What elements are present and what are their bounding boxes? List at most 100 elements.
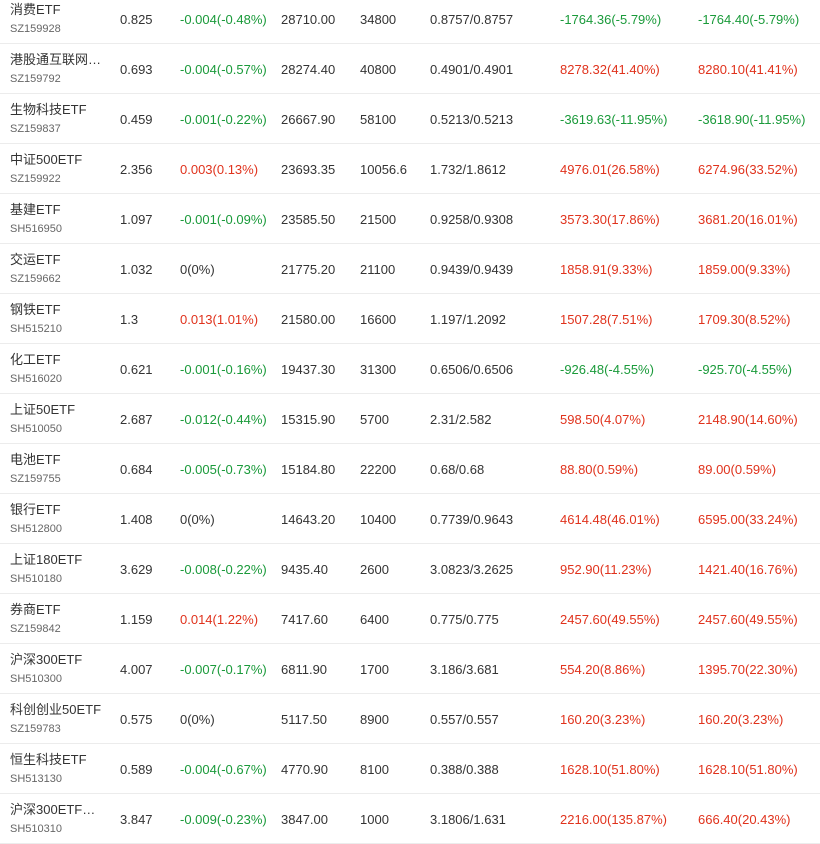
fund-name[interactable]: 中证500ETF bbox=[10, 152, 82, 168]
fund-name-cell[interactable]: 上证180ETF SH510180 bbox=[10, 544, 110, 594]
fund-name-cell[interactable]: 银行ETF SH512800 bbox=[10, 494, 110, 544]
table-row[interactable]: 沪深300ETF… SH510310 3.847 -0.009(-0.23%) … bbox=[0, 794, 820, 844]
table-row[interactable]: 生物科技ETF SZ159837 0.459 -0.001(-0.22%) 26… bbox=[0, 94, 820, 144]
price-cell: 0.575 bbox=[120, 711, 153, 727]
table-row[interactable]: 消费ETF SZ159928 0.825 -0.004(-0.48%) 2871… bbox=[0, 0, 820, 44]
table-row[interactable]: 上证50ETF SH510050 2.687 -0.012(-0.44%) 15… bbox=[0, 394, 820, 444]
fund-name-cell[interactable]: 钢铁ETF SH515210 bbox=[10, 294, 110, 344]
cost-cell: 0.6506/0.6506 bbox=[430, 361, 514, 377]
change-cell: -0.005(-0.73%) bbox=[180, 461, 267, 477]
fund-name[interactable]: 交运ETF bbox=[10, 252, 61, 268]
table-row[interactable]: 港股通互联网… SZ159792 0.693 -0.004(-0.57%) 28… bbox=[0, 44, 820, 94]
price-cell: 1.159 bbox=[120, 611, 153, 627]
fund-code: SZ159755 bbox=[10, 473, 61, 485]
total-profit-loss-cell: 6274.96(33.52%) bbox=[698, 161, 798, 177]
shares-cell: 8900 bbox=[360, 711, 389, 727]
cost-cell: 0.8757/0.8757 bbox=[430, 11, 514, 27]
fund-name-cell[interactable]: 沪深300ETF SH510300 bbox=[10, 644, 110, 694]
total-profit-loss-cell: -3618.90(-11.95%) bbox=[698, 111, 806, 127]
cost-cell: 1.197/1.2092 bbox=[430, 311, 506, 327]
shares-cell: 31300 bbox=[360, 361, 397, 377]
table-row[interactable]: 基建ETF SH516950 1.097 -0.001(-0.09%) 2358… bbox=[0, 194, 820, 244]
price-cell: 4.007 bbox=[120, 661, 153, 677]
fund-name-cell[interactable]: 科创创业50ETF SZ159783 bbox=[10, 694, 110, 744]
profit-loss-cell: 4614.48(46.01%) bbox=[560, 511, 660, 527]
change-cell: -0.008(-0.22%) bbox=[180, 561, 267, 577]
change-cell: -0.004(-0.48%) bbox=[180, 11, 267, 27]
fund-code: SZ159842 bbox=[10, 623, 61, 635]
table-row[interactable]: 上证180ETF SH510180 3.629 -0.008(-0.22%) 9… bbox=[0, 544, 820, 594]
table-row[interactable]: 券商ETF SZ159842 1.159 0.014(1.22%) 7417.6… bbox=[0, 594, 820, 644]
fund-name[interactable]: 生物科技ETF bbox=[10, 102, 87, 118]
table-row[interactable]: 中证500ETF SZ159922 2.356 0.003(0.13%) 236… bbox=[0, 144, 820, 194]
cost-cell: 0.9258/0.9308 bbox=[430, 211, 514, 227]
profit-loss-cell: -3619.63(-11.95%) bbox=[560, 111, 668, 127]
fund-name-cell[interactable]: 化工ETF SH516020 bbox=[10, 344, 110, 394]
table-row[interactable]: 电池ETF SZ159755 0.684 -0.005(-0.73%) 1518… bbox=[0, 444, 820, 494]
fund-name-cell[interactable]: 基建ETF SH516950 bbox=[10, 194, 110, 244]
fund-name[interactable]: 港股通互联网… bbox=[10, 52, 101, 68]
profit-loss-cell: 2216.00(135.87%) bbox=[560, 811, 667, 827]
fund-name-cell[interactable]: 上证50ETF SH510050 bbox=[10, 394, 110, 444]
fund-name-cell[interactable]: 中证500ETF SZ159922 bbox=[10, 144, 110, 194]
profit-loss-cell: -926.48(-4.55%) bbox=[560, 361, 654, 377]
fund-code: SH513130 bbox=[10, 773, 62, 785]
table-row[interactable]: 化工ETF SH516020 0.621 -0.001(-0.16%) 1943… bbox=[0, 344, 820, 394]
price-cell: 2.356 bbox=[120, 161, 153, 177]
fund-name[interactable]: 消费ETF bbox=[10, 2, 61, 18]
price-cell: 1.3 bbox=[120, 311, 139, 327]
fund-name-cell[interactable]: 交运ETF SZ159662 bbox=[10, 244, 110, 294]
shares-cell: 21100 bbox=[360, 261, 396, 277]
fund-name[interactable]: 沪深300ETF… bbox=[10, 802, 95, 818]
change-cell: 0(0%) bbox=[180, 261, 215, 277]
fund-name-cell[interactable]: 沪深300ETF… SH510310 bbox=[10, 794, 110, 844]
fund-name[interactable]: 钢铁ETF bbox=[10, 302, 61, 318]
profit-loss-cell: 2457.60(49.55%) bbox=[560, 611, 660, 627]
fund-code: SH510050 bbox=[10, 423, 62, 435]
fund-name[interactable]: 恒生科技ETF bbox=[10, 752, 87, 768]
change-cell: -0.007(-0.17%) bbox=[180, 661, 267, 677]
profit-loss-cell: 4976.01(26.58%) bbox=[560, 161, 660, 177]
fund-name-cell[interactable]: 消费ETF SZ159928 bbox=[10, 0, 110, 44]
cost-cell: 0.9439/0.9439 bbox=[430, 261, 514, 277]
table-row[interactable]: 银行ETF SH512800 1.408 0(0%) 14643.20 1040… bbox=[0, 494, 820, 544]
profit-loss-cell: 952.90(11.23%) bbox=[560, 561, 652, 577]
fund-name-cell[interactable]: 恒生科技ETF SH513130 bbox=[10, 744, 110, 794]
fund-name[interactable]: 科创创业50ETF bbox=[10, 702, 101, 718]
fund-name-cell[interactable]: 券商ETF SZ159842 bbox=[10, 594, 110, 644]
fund-name[interactable]: 化工ETF bbox=[10, 352, 61, 368]
fund-code: SZ159662 bbox=[10, 273, 61, 285]
fund-name[interactable]: 券商ETF bbox=[10, 602, 61, 618]
market-value-cell: 4770.90 bbox=[281, 761, 328, 777]
change-cell: -0.012(-0.44%) bbox=[180, 411, 267, 427]
total-profit-loss-cell: 1628.10(51.80%) bbox=[698, 761, 798, 777]
fund-name[interactable]: 基建ETF bbox=[10, 202, 61, 218]
profit-loss-cell: 8278.32(41.40%) bbox=[560, 61, 660, 77]
market-value-cell: 6811.90 bbox=[281, 661, 328, 677]
cost-cell: 0.5213/0.5213 bbox=[430, 111, 514, 127]
change-cell: -0.004(-0.67%) bbox=[180, 761, 267, 777]
change-cell: -0.004(-0.57%) bbox=[180, 61, 267, 77]
fund-name-cell[interactable]: 生物科技ETF SZ159837 bbox=[10, 94, 110, 144]
table-row[interactable]: 钢铁ETF SH515210 1.3 0.013(1.01%) 21580.00… bbox=[0, 294, 820, 344]
fund-name[interactable]: 上证50ETF bbox=[10, 402, 75, 418]
profit-loss-cell: 598.50(4.07%) bbox=[560, 411, 646, 427]
fund-name[interactable]: 沪深300ETF bbox=[10, 652, 82, 668]
fund-name-cell[interactable]: 电池ETF SZ159755 bbox=[10, 444, 110, 494]
fund-name-cell[interactable]: 港股通互联网… SZ159792 bbox=[10, 44, 110, 94]
fund-name[interactable]: 银行ETF bbox=[10, 502, 61, 518]
shares-cell: 6400 bbox=[360, 611, 389, 627]
total-profit-loss-cell: 1709.30(8.52%) bbox=[698, 311, 791, 327]
shares-cell: 58100 bbox=[360, 111, 397, 127]
fund-name[interactable]: 上证180ETF bbox=[10, 552, 82, 568]
cost-cell: 2.31/2.582 bbox=[430, 411, 492, 427]
table-row[interactable]: 交运ETF SZ159662 1.032 0(0%) 21775.20 2110… bbox=[0, 244, 820, 294]
price-cell: 1.097 bbox=[120, 211, 153, 227]
table-row[interactable]: 科创创业50ETF SZ159783 0.575 0(0%) 5117.50 8… bbox=[0, 694, 820, 744]
fund-code: SH510300 bbox=[10, 673, 62, 685]
table-row[interactable]: 沪深300ETF SH510300 4.007 -0.007(-0.17%) 6… bbox=[0, 644, 820, 694]
fund-name[interactable]: 电池ETF bbox=[10, 452, 61, 468]
shares-cell: 34800 bbox=[360, 11, 397, 27]
table-row[interactable]: 恒生科技ETF SH513130 0.589 -0.004(-0.67%) 47… bbox=[0, 744, 820, 794]
total-profit-loss-cell: 2148.90(14.60%) bbox=[698, 411, 798, 427]
